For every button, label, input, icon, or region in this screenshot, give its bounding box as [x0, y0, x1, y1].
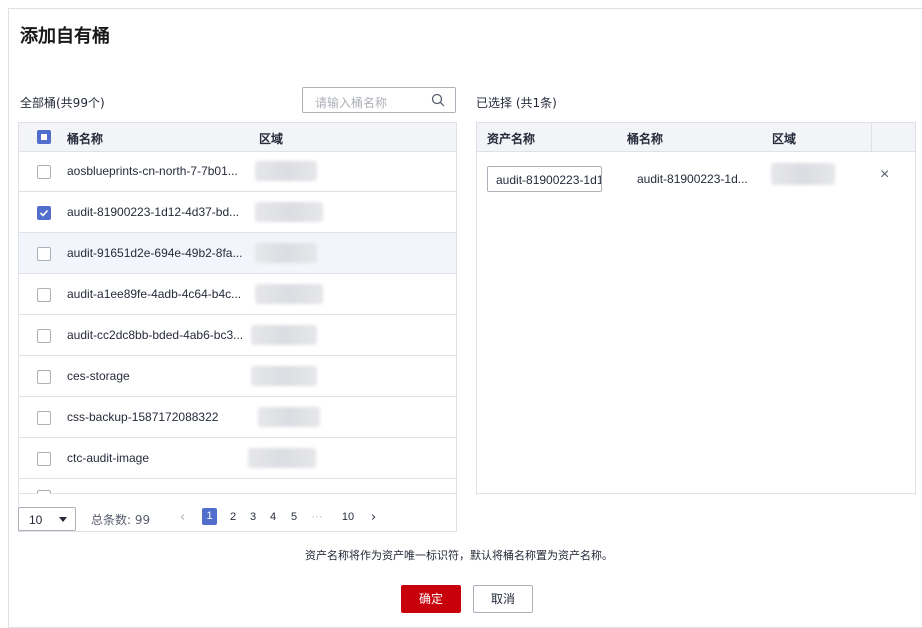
chevron-down-icon — [59, 517, 67, 522]
row-checkbox[interactable] — [37, 370, 51, 384]
page-number[interactable]: 2 — [226, 511, 240, 523]
region-value-redacted — [251, 325, 317, 345]
region-value-redacted — [251, 366, 317, 386]
bucket-name: ces-storage — [67, 369, 130, 383]
remove-icon[interactable]: × — [880, 166, 889, 184]
row-checkbox[interactable] — [37, 329, 51, 343]
asset-name-input[interactable]: audit-81900223-1d12-4d37-bd — [487, 166, 602, 192]
region-value-redacted — [258, 407, 320, 427]
region-value-redacted — [255, 284, 323, 304]
bucket-search-input[interactable]: 请输入桶名称 — [302, 87, 456, 113]
selected-bucket-name: audit-81900223-1d... — [637, 172, 748, 186]
page-number[interactable]: 3 — [246, 511, 260, 523]
dialog-title: 添加自有桶 — [20, 26, 110, 47]
search-icon[interactable] — [431, 93, 445, 107]
row-checkbox[interactable] — [37, 247, 51, 261]
table-header: 桶名称 区域 — [19, 123, 456, 152]
region-value-redacted — [255, 243, 317, 263]
search-placeholder: 请输入桶名称 — [315, 96, 388, 110]
bucket-name: css-backup-1587172088322 — [67, 410, 219, 424]
row-checkbox[interactable] — [37, 411, 51, 425]
row-checkbox[interactable] — [37, 452, 51, 466]
page-number[interactable]: 5 — [287, 511, 301, 523]
page-size-value: 10 — [29, 513, 43, 527]
column-bucket-name: 桶名称 — [627, 132, 664, 146]
all-buckets-table: 桶名称 区域 aosblueprints-cn-north-7-7b01... a… — [18, 122, 457, 532]
next-page-icon[interactable]: › — [371, 510, 376, 525]
page-number[interactable]: 4 — [266, 511, 280, 523]
column-region: 区域 — [259, 132, 284, 146]
table-row[interactable]: css-backup-1587172088322 — [19, 397, 456, 438]
region-value-redacted — [771, 163, 835, 185]
selected-buckets-table: 资产名称 桶名称 区域 audit-81900223-1d12-4d37-bd … — [476, 122, 916, 494]
all-buckets-count: 全部桶(共99个) — [20, 96, 105, 110]
bucket-name: audit-cc2dc8bb-bded-4ab6-bc3... — [67, 328, 244, 342]
page-number[interactable]: 1 — [202, 508, 217, 525]
row-checkbox[interactable] — [37, 288, 51, 302]
table-row[interactable]: ces-storage — [19, 356, 456, 397]
select-all-checkbox[interactable] — [37, 130, 51, 144]
column-bucket-name: 桶名称 — [67, 132, 104, 146]
page-number[interactable]: 10 — [339, 511, 357, 523]
table-row[interactable]: audit-a1ee89fe-4adb-4c64-b4c... — [19, 274, 456, 315]
bucket-name: audit-a1ee89fe-4adb-4c64-b4c... — [67, 287, 242, 301]
column-asset-name: 资产名称 — [487, 132, 536, 146]
table-row[interactable]: audit-91651d2e-694e-49b2-8fa... — [19, 233, 456, 274]
confirm-button[interactable]: 确定 — [401, 585, 461, 613]
table-row[interactable]: ctc-audit-image — [19, 438, 456, 479]
table-row[interactable]: audit-81900223-1d12-4d37-bd... — [19, 192, 456, 233]
bucket-name: aosblueprints-cn-north-7-7b01... — [67, 164, 238, 178]
table-row[interactable]: aosblueprints-cn-north-7-7b01... — [19, 151, 456, 192]
selected-table-header: 资产名称 桶名称 区域 — [477, 123, 915, 152]
asset-name-hint: 资产名称将作为资产唯一标识符，默认将桶名称置为资产名称。 — [305, 549, 613, 562]
page-size-select[interactable]: 10 — [18, 507, 76, 531]
region-value-redacted — [255, 202, 323, 222]
column-region: 区域 — [772, 132, 797, 146]
bucket-name: ctc-audit-image — [67, 451, 150, 465]
prev-page-icon[interactable]: ‹ — [180, 510, 185, 525]
total-count: 总条数: 99 — [91, 513, 151, 527]
bucket-name: audit-91651d2e-694e-49b2-8fa... — [67, 246, 243, 260]
table-row[interactable]: audit-cc2dc8bb-bded-4ab6-bc3... — [19, 315, 456, 356]
pagination-ellipsis: ··· — [311, 511, 323, 523]
selected-row: audit-81900223-1d12-4d37-bd audit-819002… — [477, 151, 915, 195]
row-checkbox[interactable] — [37, 206, 51, 220]
check-icon — [39, 209, 49, 217]
bucket-name: audit-81900223-1d12-4d37-bd... — [67, 205, 240, 219]
region-value-redacted — [255, 161, 317, 181]
row-checkbox[interactable] — [37, 165, 51, 179]
selected-count: 已选择 (共1条) — [476, 96, 557, 110]
cancel-button[interactable]: 取消 — [473, 585, 533, 613]
row-checkbox-partial — [37, 490, 51, 494]
region-value-redacted — [248, 448, 316, 468]
